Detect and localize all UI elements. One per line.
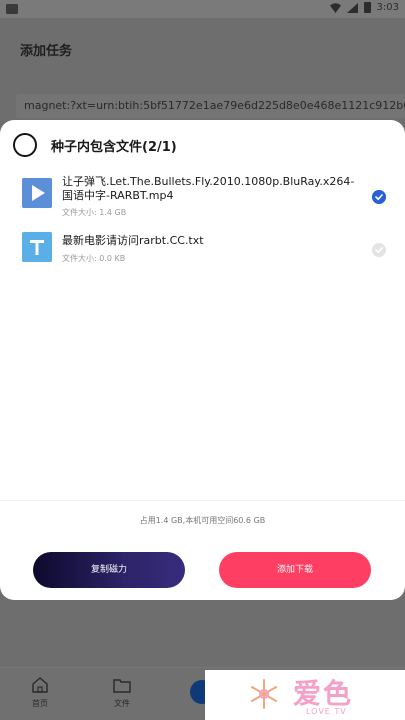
copy-magnet-button[interactable]: 复制磁力 bbox=[33, 552, 185, 588]
select-all-checkbox[interactable] bbox=[13, 133, 37, 157]
file-checkbox-unchecked[interactable] bbox=[372, 243, 386, 257]
dialog-title: 种子内包含文件(2/1) bbox=[51, 140, 177, 155]
file-size: 文件大小: 1.4 GB bbox=[62, 208, 127, 217]
add-download-button[interactable]: 添加下载 bbox=[219, 552, 371, 588]
torrent-files-dialog: 种子内包含文件(2/1) 让子弹飞.Let.The.Bullets.Fly.20… bbox=[0, 120, 405, 600]
nav-label-home: 首页 bbox=[32, 699, 48, 708]
video-file-icon bbox=[22, 178, 52, 208]
file-size: 文件大小: 0.0 KB bbox=[62, 254, 126, 263]
divider bbox=[0, 500, 405, 501]
status-icons: 3:03 bbox=[329, 2, 399, 13]
home-icon bbox=[32, 677, 48, 693]
file-name: 让子弹飞.Let.The.Bullets.Fly.2010.1080p.BluR… bbox=[62, 175, 355, 202]
text-file-icon bbox=[22, 232, 52, 262]
watermark-title: 爱色 bbox=[293, 677, 354, 710]
file-row[interactable]: 最新电影请访问rarbt.CC.txt 文件大小: 0.0 KB bbox=[0, 228, 405, 274]
nav-item-files[interactable]: 文件 bbox=[102, 676, 142, 709]
snowflake-icon bbox=[250, 679, 278, 709]
status-bar: 3:03 bbox=[0, 0, 405, 18]
notification-icon bbox=[6, 4, 18, 14]
dialog-header: 种子内包含文件(2/1) bbox=[0, 120, 405, 170]
wifi-icon bbox=[329, 2, 341, 13]
watermark-subtitle: LOVE TV bbox=[306, 707, 347, 716]
file-row[interactable]: 让子弹飞.Let.The.Bullets.Fly.2010.1080p.BluR… bbox=[0, 170, 405, 226]
watermark-logo: 爱色 LOVE TV bbox=[205, 670, 405, 720]
status-time: 3:03 bbox=[376, 2, 399, 13]
file-checkbox-checked[interactable] bbox=[372, 190, 386, 204]
nav-item-home[interactable]: 首页 bbox=[20, 676, 60, 709]
nav-label-files: 文件 bbox=[114, 699, 130, 708]
battery-icon bbox=[363, 2, 371, 13]
file-name: 最新电影请访问rarbt.CC.txt bbox=[62, 234, 204, 247]
storage-info: 占用1.4 GB,本机可用空间60.6 GB bbox=[139, 516, 266, 525]
folder-icon bbox=[113, 679, 131, 693]
signal-icon bbox=[346, 2, 358, 13]
page-title: 添加任务 bbox=[20, 44, 73, 59]
magnet-input[interactable]: magnet:?xt=urn:btih:5bf51772e1ae79e6d225… bbox=[16, 94, 405, 118]
